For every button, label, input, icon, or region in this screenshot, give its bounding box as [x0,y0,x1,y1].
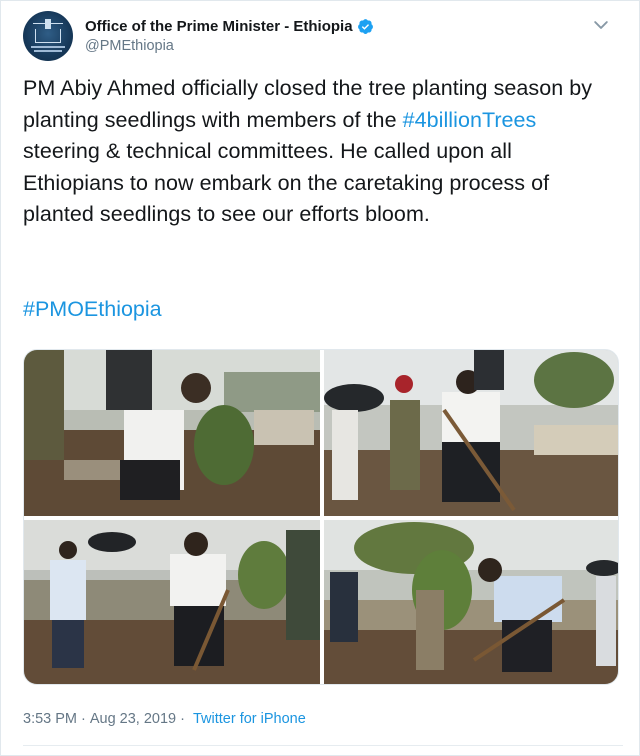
tweet-text-part: steering & technical committees. He call… [23,139,550,226]
chevron-down-icon[interactable] [591,15,611,35]
tweet-photo[interactable] [324,520,618,684]
tweet-card: Office of the Prime Minister - Ethiopia … [0,0,640,756]
tweet-meta: 3:53 PM · Aug 23, 2019 · Twitter for iPh… [23,711,306,727]
photo-grid [23,349,619,685]
tweet-source-link[interactable]: Twitter for iPhone [193,711,306,727]
display-name[interactable]: Office of the Prime Minister - Ethiopia [85,18,353,35]
hashtag-link[interactable]: #4billionTrees [403,108,537,132]
divider [23,745,623,746]
verified-badge-icon [357,19,373,34]
tweet-photo[interactable] [24,520,320,684]
hashtag-link[interactable]: #PMOEthiopia [23,294,162,326]
tweet-photo[interactable] [24,350,320,516]
name-line: Office of the Prime Minister - Ethiopia [85,18,374,35]
meta-separator: · [180,711,185,727]
tweet-photo[interactable] [324,350,618,516]
user-handle[interactable]: @PMEthiopia [85,38,174,54]
tweet-header: Office of the Prime Minister - Ethiopia … [23,9,623,63]
meta-separator: · [81,711,86,727]
tweet-time[interactable]: 3:53 PM [23,711,77,727]
tweet-text: PM Abiy Ahmed officially closed the tree… [23,73,603,231]
tweet-date[interactable]: Aug 23, 2019 [90,711,176,727]
avatar[interactable] [23,11,73,61]
